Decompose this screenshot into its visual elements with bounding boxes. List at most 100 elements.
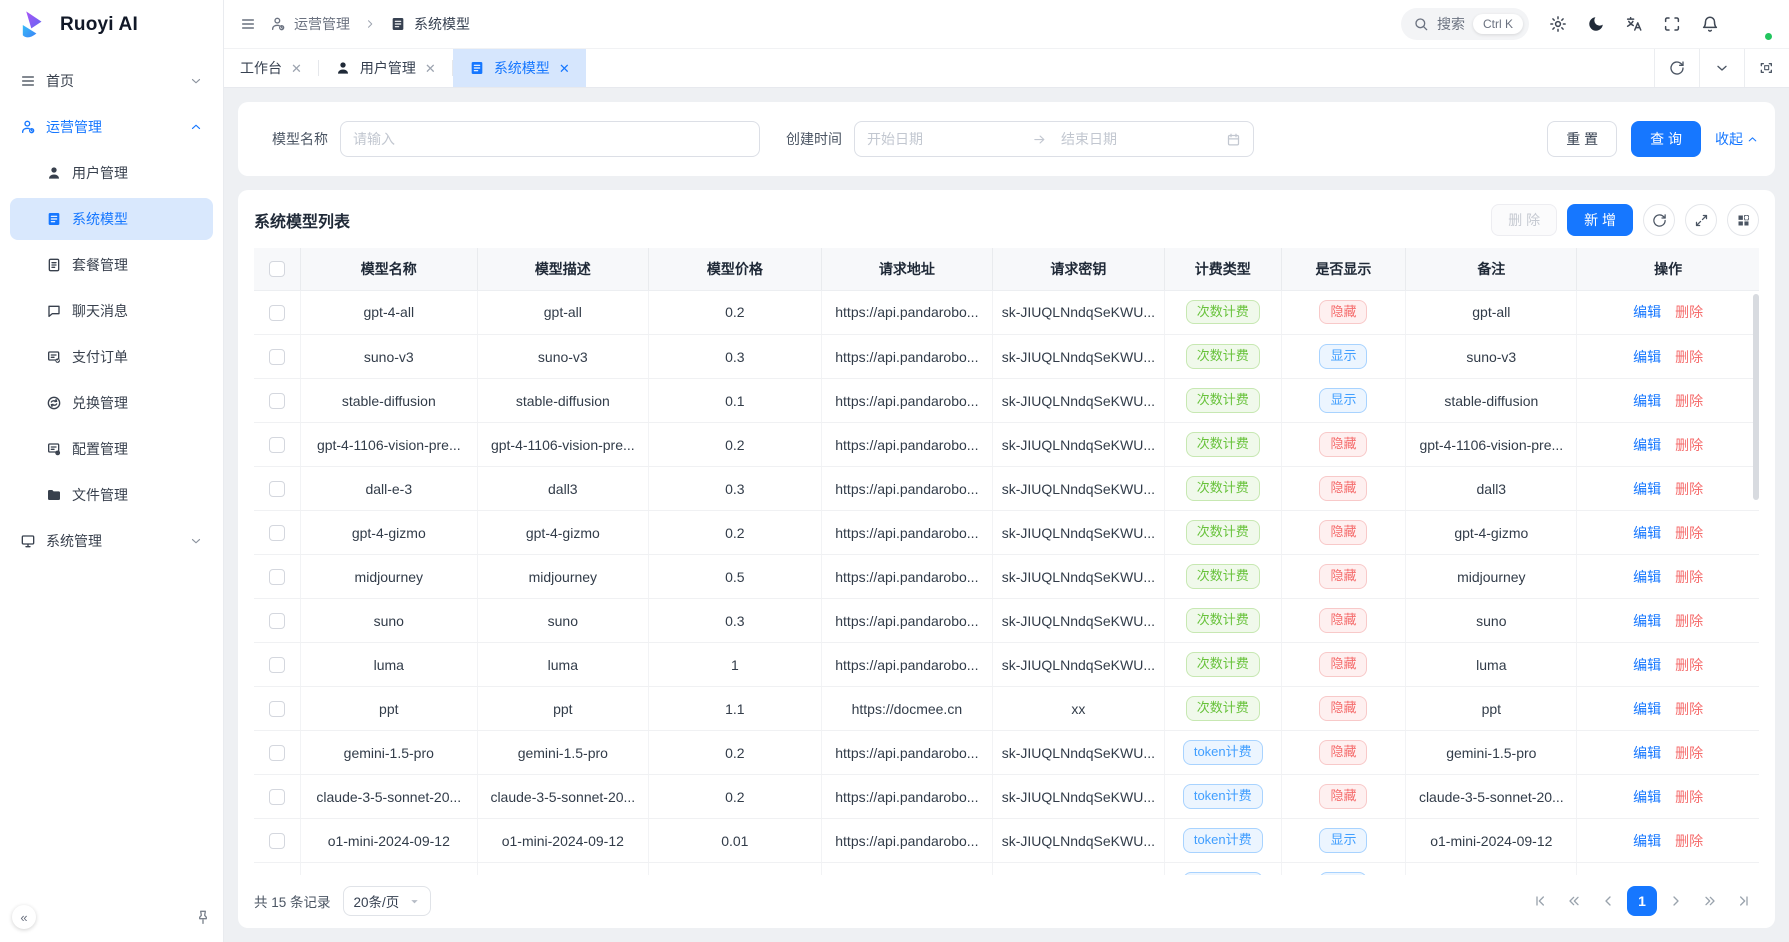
sidebar-item-6[interactable]: 支付订单 [10, 336, 213, 378]
delete-link[interactable]: 删除 [1675, 393, 1703, 409]
page-1-button[interactable]: 1 [1627, 886, 1657, 916]
visibility-badge: 显示 [1319, 872, 1367, 875]
hamburger-menu-icon[interactable] [240, 16, 256, 32]
row-checkbox[interactable] [269, 305, 285, 321]
sidebar-collapse-button[interactable]: « [12, 905, 36, 929]
sidebar-item-3[interactable]: 系统模型 [10, 198, 213, 240]
delete-link[interactable]: 删除 [1675, 569, 1703, 585]
notification-bell-icon[interactable] [1701, 15, 1719, 33]
breadcrumb-item-ops[interactable]: 运营管理 [270, 14, 350, 34]
refresh-table-icon[interactable] [1643, 204, 1675, 236]
table-scrollbar-thumb[interactable] [1753, 294, 1759, 500]
edit-link[interactable]: 编辑 [1633, 569, 1661, 585]
back-5-pages-button[interactable] [1559, 886, 1589, 916]
delete-link[interactable]: 删除 [1675, 481, 1703, 497]
sidebar-item-9[interactable]: 文件管理 [10, 474, 213, 516]
row-checkbox[interactable] [269, 657, 285, 673]
row-checkbox[interactable] [269, 569, 285, 585]
delete-button[interactable]: 删 除 [1491, 204, 1557, 236]
global-search[interactable]: 搜索 Ctrl K [1401, 8, 1529, 40]
maximize-content-icon[interactable] [1744, 49, 1789, 87]
edit-link[interactable]: 编辑 [1633, 789, 1661, 805]
row-checkbox[interactable] [269, 525, 285, 541]
edit-link[interactable]: 编辑 [1633, 349, 1661, 365]
breadcrumb-item-model[interactable]: 系统模型 [390, 14, 470, 34]
row-checkbox[interactable] [269, 745, 285, 761]
tab-options-chevron-icon[interactable] [1699, 49, 1744, 87]
visibility-badge: 隐藏 [1319, 564, 1367, 588]
forward-5-pages-button[interactable] [1695, 886, 1725, 916]
delete-link[interactable]: 删除 [1675, 701, 1703, 717]
search-button[interactable]: 查 询 [1631, 121, 1701, 157]
edit-link[interactable]: 编辑 [1633, 481, 1661, 497]
refresh-tab-icon[interactable] [1654, 49, 1699, 87]
edit-link[interactable]: 编辑 [1633, 437, 1661, 453]
billing-type-badge: token计费 [1183, 872, 1263, 875]
row-checkbox[interactable] [269, 701, 285, 717]
tab-2[interactable]: 系统模型 ✕ [453, 49, 586, 87]
edit-link[interactable]: 编辑 [1633, 657, 1661, 673]
delete-link[interactable]: 删除 [1675, 525, 1703, 541]
dark-mode-moon-icon[interactable] [1587, 15, 1605, 33]
sidebar-item-10[interactable]: 系统管理 [10, 520, 213, 562]
user-avatar[interactable] [1739, 7, 1773, 41]
last-page-button[interactable] [1729, 886, 1759, 916]
first-page-button[interactable] [1525, 886, 1555, 916]
collapse-filter-link[interactable]: 收起 [1715, 129, 1759, 149]
cell-request-url: https://docmee.cn [821, 687, 992, 731]
delete-link[interactable]: 删除 [1675, 833, 1703, 849]
column-settings-icon[interactable] [1727, 204, 1759, 236]
pin-icon[interactable] [195, 909, 211, 925]
prev-page-button[interactable] [1593, 886, 1623, 916]
row-checkbox[interactable] [269, 789, 285, 805]
edit-link[interactable]: 编辑 [1633, 701, 1661, 717]
edit-link[interactable]: 编辑 [1633, 745, 1661, 761]
sidebar-item-0[interactable]: 首页 [10, 60, 213, 102]
delete-link[interactable]: 删除 [1675, 349, 1703, 365]
delete-link[interactable]: 删除 [1675, 304, 1703, 320]
row-checkbox[interactable] [269, 833, 285, 849]
reset-button[interactable]: 重 置 [1547, 121, 1617, 157]
row-checkbox[interactable] [269, 437, 285, 453]
sidebar-item-2[interactable]: 用户管理 [10, 152, 213, 194]
table-body-scroll[interactable]: gpt-4-all gpt-all 0.2 https://api.pandar… [254, 291, 1759, 876]
close-tab-icon[interactable]: ✕ [425, 62, 436, 75]
sidebar-item-1[interactable]: 运营管理 [10, 106, 213, 148]
edit-link[interactable]: 编辑 [1633, 393, 1661, 409]
fullscreen-icon[interactable] [1663, 15, 1681, 33]
date-range-input[interactable]: 开始日期 结束日期 [854, 121, 1254, 157]
tab-1[interactable]: 用户管理 ✕ [319, 49, 452, 87]
edit-link[interactable]: 编辑 [1633, 304, 1661, 320]
row-checkbox[interactable] [269, 613, 285, 629]
edit-link[interactable]: 编辑 [1633, 613, 1661, 629]
expand-table-icon[interactable] [1685, 204, 1717, 236]
delete-link[interactable]: 删除 [1675, 789, 1703, 805]
close-tab-icon[interactable]: ✕ [291, 62, 302, 75]
settings-gear-icon[interactable] [1549, 15, 1567, 33]
next-page-button[interactable] [1661, 886, 1691, 916]
delete-link[interactable]: 删除 [1675, 745, 1703, 761]
cell-model-price: 0.3 [648, 467, 821, 511]
tab-bar: 工作台 ✕ 用户管理 ✕ 系统模型 ✕ [224, 48, 1789, 88]
sidebar-item-7[interactable]: 兑换管理 [10, 382, 213, 424]
delete-link[interactable]: 删除 [1675, 657, 1703, 673]
model-name-input[interactable] [340, 121, 760, 157]
delete-link[interactable]: 删除 [1675, 613, 1703, 629]
visibility-badge: 显示 [1319, 344, 1367, 368]
tab-0[interactable]: 工作台 ✕ [224, 49, 318, 87]
delete-link[interactable]: 删除 [1675, 437, 1703, 453]
table-row: claude-3-5-sonnet-20... claude-3-5-sonne… [254, 775, 1759, 819]
edit-link[interactable]: 编辑 [1633, 525, 1661, 541]
edit-link[interactable]: 编辑 [1633, 833, 1661, 849]
translate-icon[interactable] [1625, 15, 1643, 33]
close-tab-icon[interactable]: ✕ [559, 62, 570, 75]
sidebar-item-8[interactable]: 配置管理 [10, 428, 213, 470]
sidebar-item-5[interactable]: 聊天消息 [10, 290, 213, 332]
page-size-select[interactable]: 20条/页 [343, 886, 432, 916]
row-checkbox[interactable] [269, 393, 285, 409]
row-checkbox[interactable] [269, 349, 285, 365]
sidebar-item-4[interactable]: 套餐管理 [10, 244, 213, 286]
row-checkbox[interactable] [269, 481, 285, 497]
select-all-checkbox[interactable] [269, 261, 285, 277]
add-button[interactable]: 新 增 [1567, 204, 1633, 236]
